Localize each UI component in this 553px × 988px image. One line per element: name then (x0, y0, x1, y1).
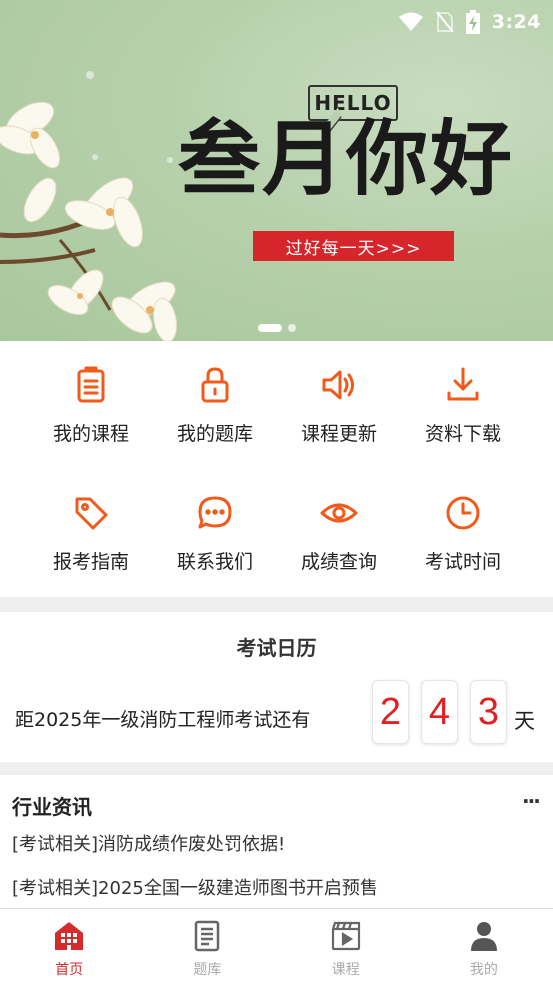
more-icon[interactable]: ··· (522, 789, 541, 813)
menu-course-updates[interactable]: 课程更新 (277, 341, 401, 469)
status-time: 3:24 (491, 11, 541, 33)
menu-label: 课程更新 (300, 423, 377, 445)
tab-label: 首页 (55, 962, 84, 978)
eye-icon (320, 503, 358, 523)
news-section-title: 行业资讯 (12, 795, 92, 819)
tab-label: 我的 (469, 962, 498, 978)
carousel-dot[interactable] (288, 324, 296, 332)
clock-icon (446, 496, 480, 530)
menu-material-download[interactable]: 资料下载 (401, 341, 525, 469)
menu-label: 成绩查询 (300, 551, 377, 573)
no-sim-icon (435, 11, 454, 33)
countdown-digit: 4 (421, 680, 458, 744)
countdown-digit: 3 (470, 680, 507, 744)
question-bank-icon (195, 920, 220, 952)
user-icon (470, 922, 497, 951)
exam-calendar: 考试日历 距2025年一级消防工程师考试还有 2 4 3 天 (0, 612, 553, 762)
magnolia-flowers-illustration (0, 71, 177, 341)
menu-label: 联系我们 (176, 551, 253, 573)
menu-my-courses[interactable]: 我的课程 (29, 341, 153, 469)
menu-exam-time[interactable]: 考试时间 (401, 469, 525, 597)
carousel-indicator[interactable] (258, 324, 296, 332)
download-icon (447, 367, 479, 401)
banner-slogan: 过好每一天>>> (253, 231, 454, 261)
section-divider (0, 762, 553, 775)
battery-charging-icon (465, 10, 480, 34)
carousel-dot-active[interactable] (258, 324, 282, 332)
menu-label: 我的题库 (176, 423, 253, 445)
news-item[interactable]: [考试相关]2025全国一级建造师图书开启预售 (12, 874, 378, 900)
tab-label: 课程 (331, 962, 360, 978)
clipboard-icon (77, 366, 105, 403)
countdown-digit: 2 (372, 680, 409, 744)
menu-my-question-bank[interactable]: 我的题库 (153, 341, 277, 469)
banner-carousel[interactable]: HELLO 叁月你好 过好每一天>>> (0, 0, 553, 341)
wifi-icon (398, 12, 423, 31)
tag-icon (75, 497, 108, 530)
feature-menu-grid: 我的课程 我的题库 课程更新 资料下载 报考指南 联系我们 成绩查询 考试时间 (0, 341, 553, 597)
home-icon (55, 922, 84, 950)
tab-label: 题库 (193, 962, 222, 978)
countdown-text: 距2025年一级消防工程师考试还有 (15, 709, 311, 731)
chat-bubble-icon (198, 496, 232, 529)
menu-label: 报考指南 (52, 551, 129, 573)
menu-exam-guide[interactable]: 报考指南 (29, 469, 153, 597)
section-divider (0, 597, 553, 612)
tab-courses[interactable]: 课程 (277, 909, 415, 988)
industry-news: 行业资讯 ··· [考试相关]消防成绩作废处罚依据! [考试相关]2025全国一… (0, 775, 553, 908)
tab-mine[interactable]: 我的 (415, 909, 553, 988)
menu-label: 资料下载 (424, 423, 501, 445)
tab-question-bank[interactable]: 题库 (138, 909, 276, 988)
banner-headline: 叁月你好 (178, 111, 515, 207)
menu-label: 考试时间 (424, 551, 501, 573)
menu-score-query[interactable]: 成绩查询 (277, 469, 401, 597)
status-bar: 3:24 (0, 0, 553, 44)
menu-label: 我的课程 (52, 423, 129, 445)
speaker-icon (322, 370, 354, 400)
lock-icon (201, 367, 229, 403)
news-item[interactable]: [考试相关]消防成绩作废处罚依据! (12, 830, 285, 856)
calendar-title: 考试日历 (236, 636, 317, 660)
countdown-unit: 天 (514, 709, 535, 733)
bottom-tab-bar: 首页 题库 课程 我的 (0, 908, 553, 988)
tab-home[interactable]: 首页 (0, 909, 138, 988)
menu-contact-us[interactable]: 联系我们 (153, 469, 277, 597)
video-course-icon (331, 921, 360, 951)
